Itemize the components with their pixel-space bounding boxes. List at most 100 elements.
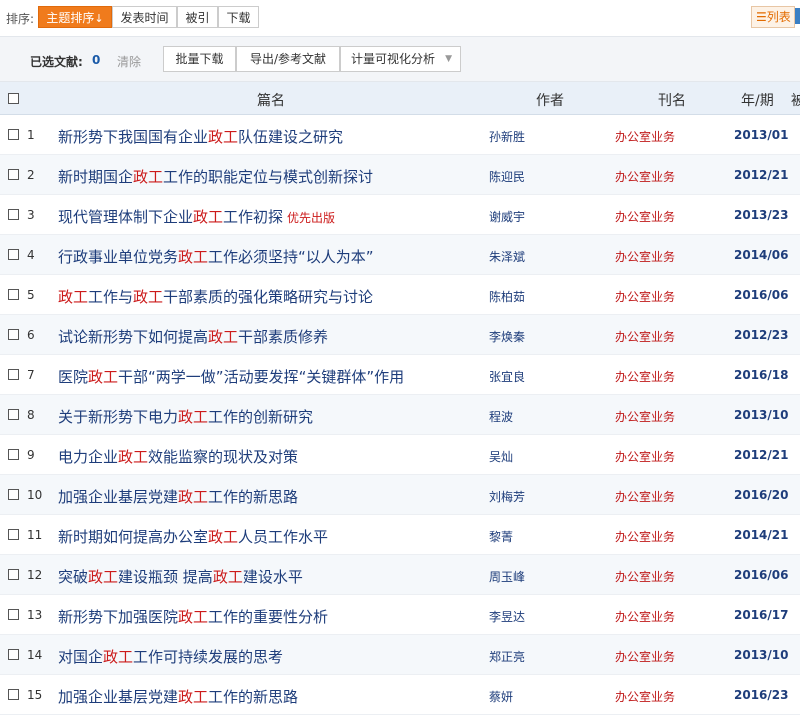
issue-link[interactable]: 2016/06 xyxy=(734,568,788,582)
journal-link[interactable]: 办公室业务 xyxy=(615,448,675,465)
article-title-link[interactable]: 电力企业政工效能监察的现状及对策 xyxy=(58,446,298,467)
row-checkbox[interactable] xyxy=(8,649,19,660)
article-title-link[interactable]: 医院政工干部“两学一做”活动要发挥“关键群体”作用 xyxy=(58,366,404,387)
article-title-link[interactable]: 加强企业基层党建政工工作的新思路 xyxy=(58,486,298,507)
keyword-highlight: 政工 xyxy=(178,688,209,706)
article-title-link[interactable]: 试论新形势下如何提高政工干部素质修养 xyxy=(58,326,328,347)
journal-link[interactable]: 办公室业务 xyxy=(615,528,675,545)
journal-link[interactable]: 办公室业务 xyxy=(615,488,675,505)
journal-link[interactable]: 办公室业务 xyxy=(615,368,675,385)
article-title-link[interactable]: 行政事业单位党务政工工作必须坚持“以人为本” xyxy=(58,246,374,267)
issue-link[interactable]: 2016/23 xyxy=(734,688,788,702)
row-checkbox[interactable] xyxy=(8,249,19,260)
author-link[interactable]: 李昱达 xyxy=(489,608,525,625)
row-checkbox[interactable] xyxy=(8,289,19,300)
author-link[interactable]: 刘梅芳 xyxy=(489,488,525,505)
row-checkbox[interactable] xyxy=(8,689,19,700)
issue-link[interactable]: 2016/18 xyxy=(734,368,788,382)
journal-link[interactable]: 办公室业务 xyxy=(615,288,675,305)
sort-by-date-button[interactable]: 发表时间 xyxy=(112,6,177,28)
select-all-checkbox[interactable] xyxy=(8,93,19,104)
export-references-button[interactable]: 导出/参考文献 xyxy=(236,46,340,72)
sort-by-citations-button[interactable]: 被引 xyxy=(177,6,218,28)
author-link[interactable]: 朱泽斌 xyxy=(489,248,525,265)
column-header-title[interactable]: 篇名 xyxy=(257,90,285,110)
issue-link[interactable]: 2016/17 xyxy=(734,608,788,622)
row-checkbox[interactable] xyxy=(8,369,19,380)
row-checkbox[interactable] xyxy=(8,529,19,540)
issue-link[interactable]: 2013/10 xyxy=(734,648,788,662)
clear-selection-link[interactable]: 清除 xyxy=(117,53,141,70)
journal-link[interactable]: 办公室业务 xyxy=(615,168,675,185)
article-title-link[interactable]: 现代管理体制下企业政工工作初探 优先出版 xyxy=(58,206,335,227)
author-link[interactable]: 黎菁 xyxy=(489,528,513,545)
author-link[interactable]: 郑正亮 xyxy=(489,648,525,665)
issue-link[interactable]: 2014/06 xyxy=(734,248,788,262)
keyword-highlight: 政工 xyxy=(178,248,209,266)
issue-link[interactable]: 2012/21 xyxy=(734,168,788,182)
column-header-issue[interactable]: 年/期 xyxy=(741,90,774,110)
author-link[interactable]: 李焕秦 xyxy=(489,328,525,345)
row-number: 2 xyxy=(27,168,35,182)
author-link[interactable]: 陈柏茹 xyxy=(489,288,525,305)
journal-link[interactable]: 办公室业务 xyxy=(615,408,675,425)
column-header-cited[interactable]: 被 xyxy=(791,90,800,110)
row-checkbox[interactable] xyxy=(8,329,19,340)
row-checkbox[interactable] xyxy=(8,409,19,420)
issue-link[interactable]: 2012/23 xyxy=(734,328,788,342)
journal-link[interactable]: 办公室业务 xyxy=(615,208,675,225)
article-title-link[interactable]: 新形势下加强医院政工工作的重要性分析 xyxy=(58,606,328,627)
author-link[interactable]: 程波 xyxy=(489,408,513,425)
list-icon: ☰ xyxy=(756,10,767,24)
article-title-link[interactable]: 突破政工建设瓶颈 提高政工建设水平 xyxy=(58,566,303,587)
batch-download-button[interactable]: 批量下载 xyxy=(163,46,236,72)
row-checkbox[interactable] xyxy=(8,169,19,180)
author-link[interactable]: 陈迎民 xyxy=(489,168,525,185)
visual-analysis-dropdown[interactable]: 计量可视化分析 ▼ xyxy=(340,46,461,72)
journal-link[interactable]: 办公室业务 xyxy=(615,128,675,145)
row-checkbox[interactable] xyxy=(8,449,19,460)
journal-link[interactable]: 办公室业务 xyxy=(615,688,675,705)
article-title-link[interactable]: 关于新形势下电力政工工作的创新研究 xyxy=(58,406,313,427)
table-row: 4 行政事业单位党务政工工作必须坚持“以人为本” 朱泽斌 办公室业务 2014/06 xyxy=(0,235,800,275)
row-number: 4 xyxy=(27,248,35,262)
author-link[interactable]: 蔡妍 xyxy=(489,688,513,705)
row-checkbox[interactable] xyxy=(8,609,19,620)
issue-link[interactable]: 2016/06 xyxy=(734,288,788,302)
article-title-link[interactable]: 新时期如何提高办公室政工人员工作水平 xyxy=(58,526,328,547)
grid-view-button[interactable] xyxy=(795,8,800,24)
journal-link[interactable]: 办公室业务 xyxy=(615,328,675,345)
issue-link[interactable]: 2016/20 xyxy=(734,488,788,502)
keyword-highlight: 政工 xyxy=(208,328,239,346)
issue-link[interactable]: 2013/23 xyxy=(734,208,788,222)
article-title-link[interactable]: 加强企业基层党建政工工作的新思路 xyxy=(58,686,298,707)
article-title-link[interactable]: 新形势下我国国有企业政工队伍建设之研究 xyxy=(58,126,343,147)
issue-link[interactable]: 2013/01 xyxy=(734,128,788,142)
article-title-link[interactable]: 政工工作与政工干部素质的强化策略研究与讨论 xyxy=(58,286,373,307)
column-header-journal[interactable]: 刊名 xyxy=(658,90,686,110)
row-checkbox[interactable] xyxy=(8,129,19,140)
row-checkbox[interactable] xyxy=(8,569,19,580)
issue-link[interactable]: 2014/21 xyxy=(734,528,788,542)
article-title-link[interactable]: 新时期国企政工工作的职能定位与模式创新探讨 xyxy=(58,166,373,187)
sort-by-downloads-button[interactable]: 下载 xyxy=(218,6,259,28)
author-link[interactable]: 谢威宇 xyxy=(489,208,525,225)
journal-link[interactable]: 办公室业务 xyxy=(615,248,675,265)
journal-link[interactable]: 办公室业务 xyxy=(615,568,675,585)
selected-docs-label: 已选文献: xyxy=(30,55,83,69)
article-title-link[interactable]: 对国企政工工作可持续发展的思考 xyxy=(58,646,283,667)
issue-link[interactable]: 2012/21 xyxy=(734,448,788,462)
column-header-author[interactable]: 作者 xyxy=(536,90,564,110)
list-view-button[interactable]: ☰列表 xyxy=(751,6,795,28)
sort-by-relevance-button[interactable]: 主题排序↓ xyxy=(38,6,112,28)
issue-link[interactable]: 2013/10 xyxy=(734,408,788,422)
author-link[interactable]: 吴灿 xyxy=(489,448,513,465)
row-checkbox[interactable] xyxy=(8,489,19,500)
author-link[interactable]: 周玉峰 xyxy=(489,568,525,585)
journal-link[interactable]: 办公室业务 xyxy=(615,608,675,625)
journal-link[interactable]: 办公室业务 xyxy=(615,648,675,665)
row-checkbox[interactable] xyxy=(8,209,19,220)
author-link[interactable]: 孙新胜 xyxy=(489,128,525,145)
author-link[interactable]: 张宜良 xyxy=(489,368,525,385)
row-number: 10 xyxy=(27,488,43,502)
